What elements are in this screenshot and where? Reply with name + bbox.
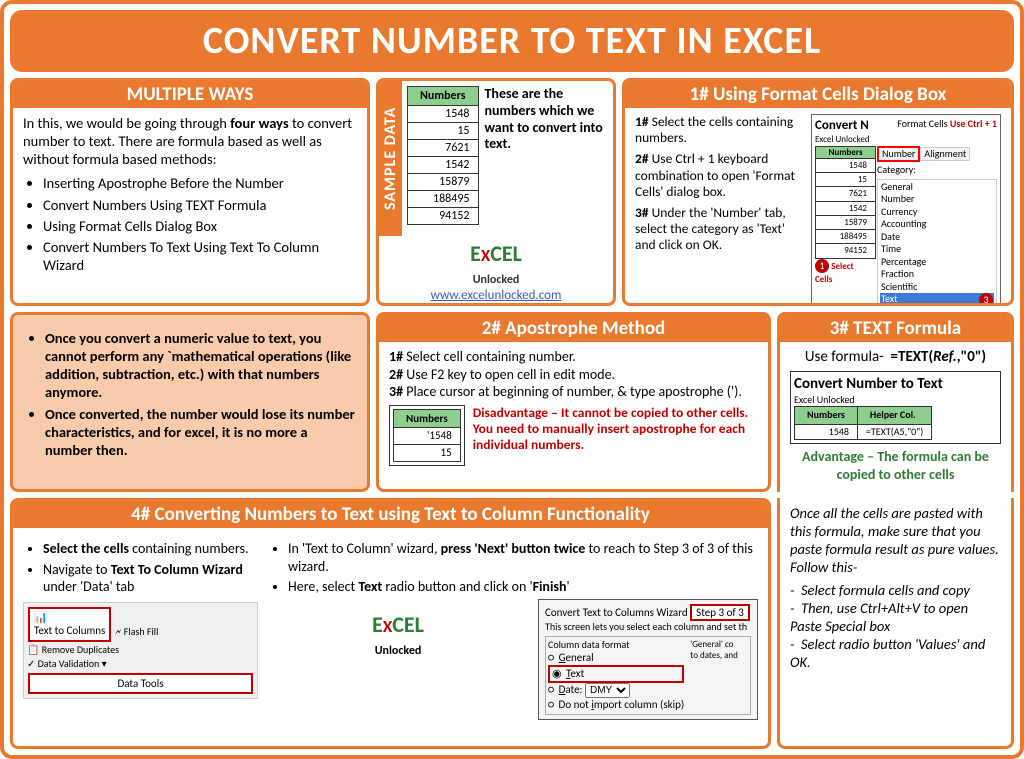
m1-step3: 3# Under the 'Number' tab, select the ca… (635, 205, 805, 254)
m3-advantage: Advantage – The formula can be copied to… (790, 448, 1001, 483)
panel-notes: Once you convert a numeric value to text… (10, 312, 370, 492)
main-title: CONVERT NUMBER TO TEXT IN EXCEL (10, 10, 1014, 72)
way-item-4: Convert Numbers To Text Using Text To Co… (43, 238, 357, 274)
m4-left1: Select the cells containing numbers. (43, 540, 258, 558)
m4-right1: In 'Text to Column' wizard, press 'Next'… (288, 540, 758, 575)
note-2: Once converted, the number would lose it… (45, 405, 355, 459)
heading-method3: 3# TEXT Formula (780, 315, 1011, 342)
panel-method2: 2# Apostrophe Method 1# Select cell cont… (376, 312, 771, 492)
m2-disadvantage: Disadvantage – It cannot be copied to ot… (473, 405, 758, 466)
panel-sample-data: SAMPLE DATA Numbers 1548 15 7621 1542 15… (376, 78, 616, 306)
panel-method3-bottom: Once all the cells are pasted with this … (777, 498, 1014, 749)
apostrophe-mockup: Numbers '1548 15 (389, 405, 465, 466)
excel-unlocked-logo: EXCELUnlocked (379, 240, 613, 288)
heading-method1: 1# Using Format Cells Dialog Box (625, 81, 1011, 108)
heading-method4: 4# Converting Numbers to Text using Text… (13, 501, 768, 528)
m2-step2: 2# Use F2 key to open cell in edit mode. (389, 366, 758, 384)
ribbon-mockup: 📊Text to Columns 🗲 Flash Fill📋 Remove Du… (23, 602, 258, 700)
m3-step2: - Then, use Ctrl+Alt+V to open Paste Spe… (790, 599, 1001, 635)
way-item-2: Convert Numbers Using TEXT Formula (43, 196, 357, 214)
m3-step3: - Select radio button 'Values' and OK. (790, 635, 1001, 671)
panel-method4: 4# Converting Numbers to Text using Text… (10, 498, 771, 749)
m2-step3: 3# Place cursor at beginning of number, … (389, 383, 758, 401)
panel-multiple-ways: MULTIPLE WAYS In this, we would be going… (10, 78, 370, 306)
heading-method2: 2# Apostrophe Method (379, 315, 768, 342)
note-1: Once you convert a numeric value to text… (45, 329, 355, 402)
m3-note: Once all the cells are pasted with this … (790, 504, 1001, 577)
sample-table: Numbers 1548 15 7621 1542 15879 188495 9… (407, 86, 479, 225)
panel-method3-top: 3# TEXT Formula Use formula- =TEXT(Ref.,… (777, 312, 1014, 492)
m2-step1: 1# Select cell containing number. (389, 348, 758, 366)
way-item-3: Using Format Cells Dialog Box (43, 217, 357, 235)
sample-data-label: SAMPLE DATA (379, 81, 402, 236)
heading-multiple-ways: MULTIPLE WAYS (13, 81, 367, 108)
m3-step1: - Select formula cells and copy (790, 581, 1001, 599)
m1-step1: 1# Select the cells containing numbers. (635, 114, 805, 146)
sample-note: These are the numbers which we want to c… (485, 86, 609, 153)
way-item-1: Inserting Apostrophe Before the Number (43, 174, 357, 192)
panel-method1: 1# Using Format Cells Dialog Box 1# Sele… (622, 78, 1014, 306)
intro-text: In this, we would be going through four … (23, 114, 357, 168)
m3-formula-line: Use formula- =TEXT(Ref.,"0") (790, 348, 1001, 367)
m1-step2: 2# Use Ctrl + 1 keyboard combination to … (635, 151, 805, 200)
m4-right2: Here, select Text radio button and click… (288, 578, 758, 596)
wizard-mockup: Convert Text to Columns Wizard Step 3 of… (538, 599, 758, 720)
site-url[interactable]: www.excelunlocked.com (379, 288, 613, 303)
date-format-select[interactable]: DMY (585, 683, 630, 698)
format-cells-mockup: Convert N Format Cells Use Ctrl + 1 Exce… (811, 114, 1001, 306)
excel-unlocked-logo-2: EXCELUnlocked (268, 599, 528, 720)
m4-left2: Navigate to Text To Column Wizard under … (43, 561, 258, 596)
m3-mockup: Convert Number to Text Excel Unlocked Nu… (790, 371, 1001, 444)
text-to-columns-button[interactable]: 📊Text to Columns (28, 607, 111, 643)
